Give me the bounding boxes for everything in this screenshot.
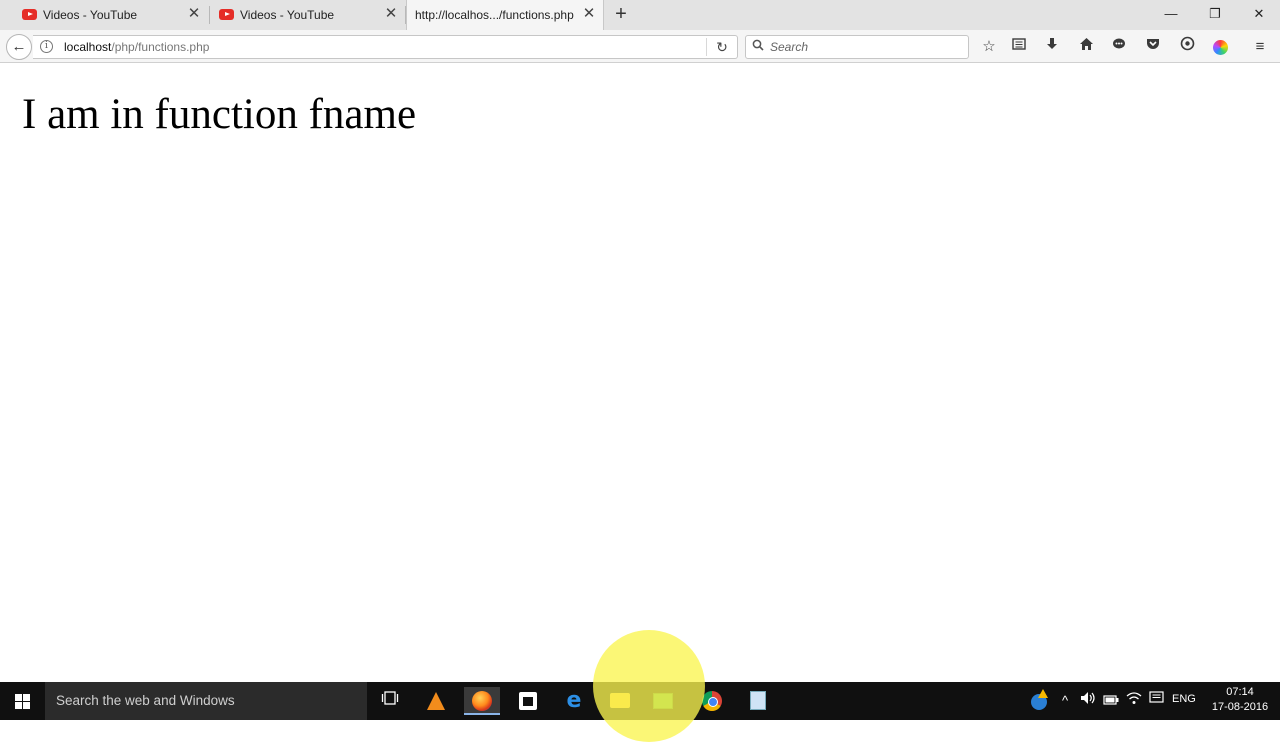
url-text[interactable]: localhost/php/functions.php bbox=[64, 40, 209, 54]
tab-videos-youtube-2[interactable]: Videos - YouTube ✕ bbox=[210, 0, 406, 30]
chat-icon[interactable] bbox=[1108, 36, 1130, 58]
vlc-icon[interactable] bbox=[418, 687, 454, 715]
taskbar-search-placeholder: Search the web and Windows bbox=[56, 693, 235, 708]
divider bbox=[706, 38, 707, 56]
battery-icon[interactable] bbox=[1101, 690, 1121, 712]
search-icon bbox=[752, 39, 764, 54]
back-button[interactable]: ← bbox=[6, 34, 32, 60]
start-button[interactable] bbox=[0, 682, 44, 720]
tab-title: http://localhos.../functions.php bbox=[415, 8, 574, 22]
network-alert-icon[interactable] bbox=[1028, 688, 1050, 712]
language-indicator[interactable]: ENG bbox=[1172, 693, 1196, 705]
extension-icon[interactable] bbox=[1176, 36, 1198, 58]
close-window-button[interactable]: ✕ bbox=[1244, 4, 1274, 24]
volume-icon[interactable] bbox=[1078, 690, 1098, 712]
clock-time: 07:14 bbox=[1226, 686, 1254, 698]
star-icon[interactable]: ☆ bbox=[978, 36, 1000, 58]
tab-title: Videos - YouTube bbox=[43, 8, 138, 22]
chevron-up-icon[interactable]: ^ bbox=[1056, 690, 1074, 712]
close-tab-icon[interactable]: ✕ bbox=[581, 6, 597, 22]
clock-date: 17-08-2016 bbox=[1211, 701, 1269, 713]
tab-bar: Videos - YouTube ✕ Videos - YouTube ✕ ht… bbox=[0, 0, 1280, 30]
chrome-icon[interactable] bbox=[694, 687, 730, 715]
close-tab-icon[interactable]: ✕ bbox=[383, 6, 399, 22]
color-wheel-icon[interactable] bbox=[1209, 36, 1231, 58]
windows-icon bbox=[15, 694, 30, 709]
notifications-icon[interactable] bbox=[1146, 690, 1166, 712]
notepad-icon[interactable] bbox=[740, 687, 776, 715]
tab-title: Videos - YouTube bbox=[240, 8, 335, 22]
url-host: localhost bbox=[64, 40, 112, 54]
download-icon[interactable] bbox=[1041, 36, 1063, 58]
search-placeholder: Search bbox=[770, 40, 809, 54]
minimize-button[interactable]: — bbox=[1156, 4, 1186, 24]
wifi-icon[interactable] bbox=[1124, 690, 1144, 712]
task-view-icon[interactable] bbox=[372, 687, 408, 715]
page-content: I am in function fname bbox=[0, 64, 1280, 682]
file-explorer-icon[interactable] bbox=[602, 687, 638, 715]
taskbar: Search the web and Windows e ^ ENG 07:14… bbox=[0, 682, 1280, 720]
tab-videos-youtube-1[interactable]: Videos - YouTube ✕ bbox=[0, 0, 210, 30]
reload-icon[interactable]: ↻ bbox=[713, 38, 731, 56]
address-bar[interactable]: i localhost/php/functions.php ↻ bbox=[33, 35, 738, 59]
url-path: /php/functions.php bbox=[111, 40, 210, 54]
youtube-icon bbox=[219, 9, 234, 20]
firefox-icon[interactable] bbox=[464, 687, 500, 715]
info-icon[interactable]: i bbox=[40, 40, 53, 53]
store-icon[interactable] bbox=[510, 687, 546, 715]
taskbar-search-input[interactable]: Search the web and Windows bbox=[45, 682, 367, 720]
page-heading: I am in function fname bbox=[22, 91, 417, 138]
close-tab-icon[interactable]: ✕ bbox=[186, 6, 202, 22]
clock[interactable]: 07:14 17-08-2016 bbox=[1205, 685, 1275, 715]
tab-functions-php[interactable]: http://localhos.../functions.php ✕ bbox=[406, 0, 604, 30]
search-input[interactable]: Search bbox=[745, 35, 969, 59]
reading-list-icon[interactable] bbox=[1008, 36, 1030, 58]
youtube-icon bbox=[22, 9, 37, 20]
sheets-icon[interactable] bbox=[645, 687, 681, 715]
navigation-bar: ← i localhost/php/functions.php ↻ Search… bbox=[0, 30, 1280, 63]
home-icon[interactable] bbox=[1075, 36, 1097, 58]
new-tab-button[interactable]: + bbox=[611, 4, 631, 24]
restore-button[interactable]: ❐ bbox=[1200, 4, 1230, 24]
menu-icon[interactable]: ≡ bbox=[1249, 36, 1271, 58]
edge-icon[interactable]: e bbox=[556, 687, 592, 715]
pocket-icon[interactable] bbox=[1142, 36, 1164, 58]
